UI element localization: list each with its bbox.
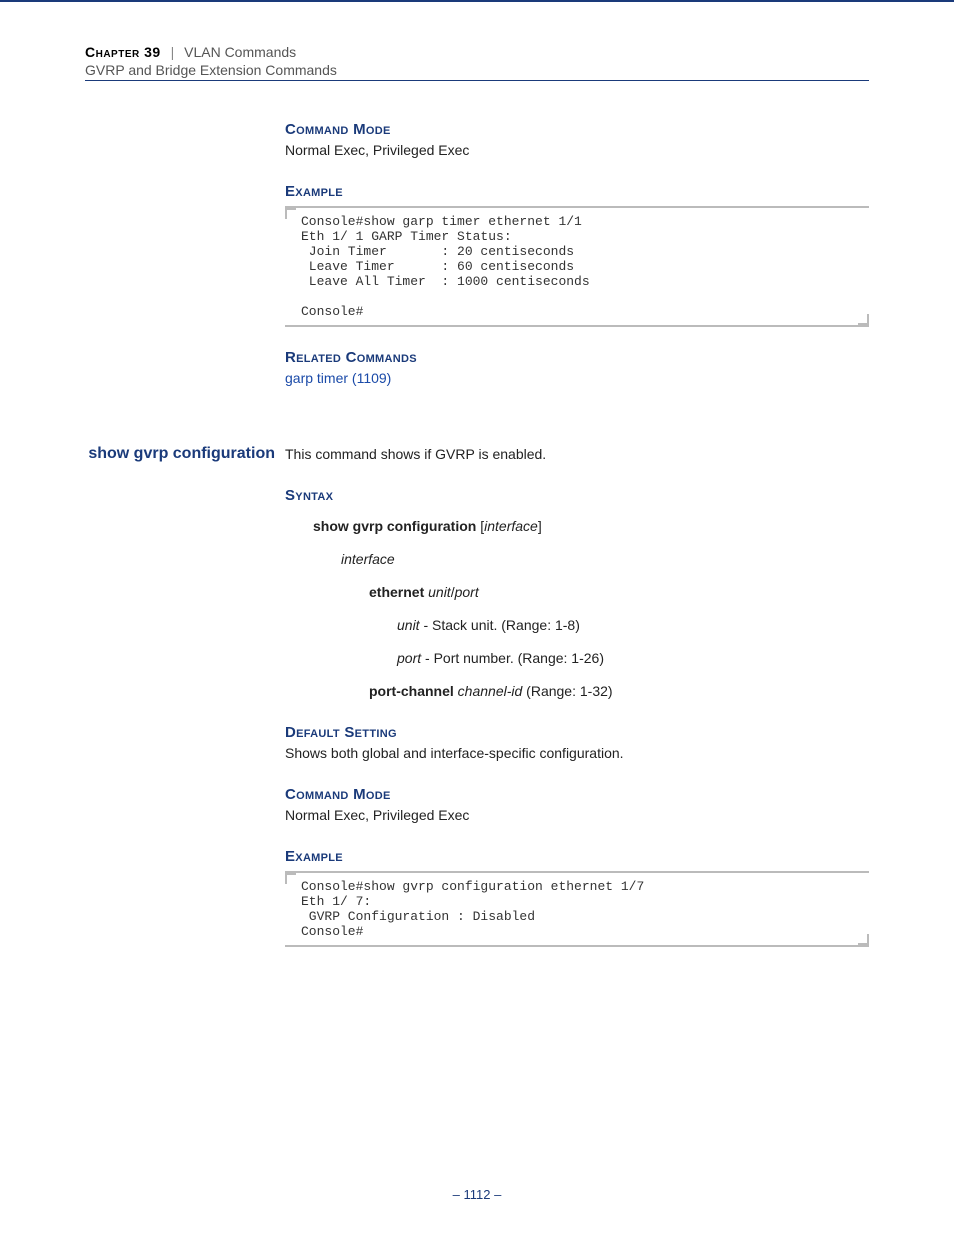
syntax-param-portchannel: port-channel channel-id (Range: 1-32) <box>369 681 869 702</box>
page-number: – 1112 – <box>85 1187 869 1202</box>
related-command-link[interactable]: garp timer (1109) <box>285 370 391 386</box>
syntax-param-ethernet: ethernet unit/port <box>369 582 869 603</box>
command-intro: This command shows if GVRP is enabled. <box>285 444 869 465</box>
example-heading: Example <box>285 848 869 865</box>
example-heading: Example <box>285 183 869 200</box>
example-code-block: Console#show gvrp configuration ethernet… <box>285 871 869 947</box>
syntax-param-interface: interface <box>341 549 869 570</box>
default-setting-heading: Default Setting <box>285 724 869 741</box>
syntax-param-port: port - Port number. (Range: 1-26) <box>397 648 869 669</box>
page-header: Chapter 39 | VLAN Commands <box>85 44 869 60</box>
chapter-label: Chapter 39 <box>85 44 161 60</box>
command-name-sidebar: show gvrp configuration <box>85 444 275 464</box>
related-commands-heading: Related Commands <box>285 349 869 366</box>
syntax-param-unit: unit - Stack unit. (Range: 1-8) <box>397 615 869 636</box>
page-subheader: GVRP and Bridge Extension Commands <box>85 62 869 78</box>
example-code-block: Console#show garp timer ethernet 1/1 Eth… <box>285 206 869 327</box>
command-mode-heading: Command Mode <box>285 786 869 803</box>
syntax-line: show gvrp configuration [interface] <box>313 516 869 537</box>
syntax-heading: Syntax <box>285 487 869 504</box>
command-mode-text: Normal Exec, Privileged Exec <box>285 140 869 161</box>
default-setting-text: Shows both global and interface-specific… <box>285 743 869 764</box>
command-mode-heading: Command Mode <box>285 121 869 138</box>
chapter-separator: | <box>171 44 175 60</box>
command-mode-text: Normal Exec, Privileged Exec <box>285 805 869 826</box>
chapter-topic: VLAN Commands <box>184 44 296 60</box>
